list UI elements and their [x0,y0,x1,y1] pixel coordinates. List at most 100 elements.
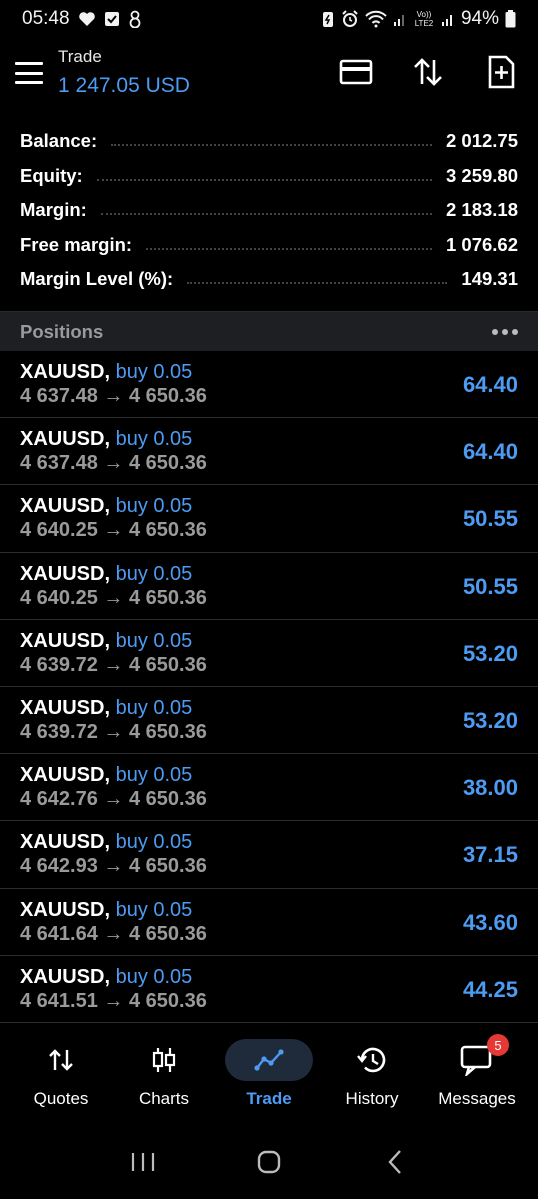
back-button[interactable] [375,1145,415,1185]
position-symbol: XAUUSD, [20,562,111,585]
position-symbol: XAUUSD, [20,831,111,854]
summary-label: Equity: [20,164,83,186]
nav-history[interactable]: History [320,1027,424,1127]
alarm-icon [341,10,359,28]
position-prices: 4 641.64 → 4 650.36 [20,922,207,945]
new-order-icon [487,55,515,94]
position-symbol: XAUUSD, [20,361,111,383]
position-title: XAUUSD, buy 0.05 [20,764,192,787]
nav-charts[interactable]: Charts [112,1027,216,1127]
nav-messages-label: Messages [438,1089,516,1108]
nav-trade-label: Trade [246,1089,292,1108]
new-order-button[interactable] [481,54,521,94]
position-title: XAUUSD, buy 0.05 [20,899,192,922]
position-title: XAUUSD, buy 0.05 [20,697,192,720]
position-symbol: XAUUSD, [20,898,111,921]
position-prices: 4 640.25 → 4 650.36 [20,519,207,542]
position-row[interactable]: XAUUSD, buy 0.05 4 641.64 → 4 650.36 43.60 [0,889,538,956]
position-side: buy 0.05 [115,831,193,854]
position-symbol: XAUUSD, [20,428,111,451]
summary-value: 2 012.75 [445,130,518,152]
position-row[interactable]: XAUUSD, buy 0.05 4 641.51 → 4 650.36 44.25 [0,956,538,1023]
recent-apps-button[interactable] [123,1145,163,1185]
summary-label: Balance: [20,130,98,152]
app-bar: Trade 1 247.05 USD [0,38,538,110]
summary-row: Free margin: 1 076.62 [0,228,538,263]
home-button[interactable] [249,1145,289,1185]
position-prices: 4 639.72 → 4 650.36 [20,720,207,743]
nav-quotes[interactable]: Quotes [9,1027,113,1127]
position-profit: 64.40 [462,372,518,397]
back-icon [386,1149,404,1180]
dotted-leader [187,282,448,285]
messages-badge: 5 [487,1034,509,1056]
position-side: buy 0.05 [115,428,193,451]
hamburger-icon[interactable] [14,58,44,88]
position-row[interactable]: XAUUSD, buy 0.05 4 640.25 → 4 650.36 50.55 [0,485,538,553]
dotted-leader [96,178,432,181]
position-symbol: XAUUSD, [20,629,111,652]
position-title: XAUUSD, buy 0.05 [20,831,192,854]
nav-quotes-label: Quotes [33,1089,89,1108]
position-side: buy 0.05 [115,629,193,652]
summary-label: Free margin: [20,233,133,255]
sort-arrows-icon [411,57,445,92]
dotted-leader [111,144,432,147]
dotted-leader [100,213,432,216]
card-icon [339,59,373,90]
position-title: XAUUSD, buy 0.05 [20,563,192,586]
account-profit: 1 247.05 USD [58,74,190,97]
position-side: buy 0.05 [115,495,193,518]
position-row[interactable]: XAUUSD, buy 0.05 4 642.76 → 4 650.36 38.00 [0,754,538,822]
chat-icon: 5 [433,1034,521,1081]
position-prices: 4 637.48 → 4 650.36 [20,452,207,475]
nav-messages[interactable]: 5 Messages [425,1027,529,1127]
network-label: Vo)) LTE2 [414,10,434,28]
nav-history-label: History [345,1089,399,1108]
recent-apps-icon [130,1151,156,1178]
history-clock-icon [328,1039,416,1081]
position-title: XAUUSD, buy 0.05 [20,428,192,451]
more-icon[interactable] [492,328,518,335]
position-row[interactable]: XAUUSD, buy 0.05 4 640.25 → 4 650.36 50.55 [0,553,538,620]
sort-button[interactable] [408,54,448,94]
position-prices: 4 642.76 → 4 650.36 [20,788,207,811]
position-profit: 44.25 [462,976,518,1002]
status-time: 05:48 [22,8,70,29]
position-row[interactable]: XAUUSD, buy 0.05 4 642.93 → 4 650.36 37.15 [0,821,538,889]
positions-header: Positions [0,311,538,351]
summary-label: Margin: [20,199,87,221]
positions-list: XAUUSD, buy 0.05 4 637.48 → 4 650.36 64.40… [0,351,538,1023]
position-profit: 50.55 [462,506,518,532]
quotes-arrows-icon [17,1039,105,1081]
position-title: XAUUSD, buy 0.05 [20,495,192,518]
trade-line-icon [225,1039,313,1081]
position-row[interactable]: XAUUSD, buy 0.05 4 637.48 → 4 650.36 64.40 [0,418,538,486]
position-symbol: XAUUSD, [20,495,111,518]
position-prices: 4 641.51 → 4 650.36 [20,989,207,1012]
nav-trade[interactable]: Trade [217,1027,321,1127]
position-profit: 38.00 [462,775,518,801]
position-side: buy 0.05 [115,562,193,585]
position-title: XAUUSD, buy 0.05 [20,966,192,989]
summary-row: Margin: 2 183.18 [0,193,538,228]
battery-saver-icon [321,10,335,28]
positions-title: Positions [20,320,104,342]
summary-value: 2 183.18 [445,199,518,221]
position-row[interactable]: XAUUSD, buy 0.05 4 637.48 → 4 650.36 64.40 [0,351,538,419]
position-row[interactable]: XAUUSD, buy 0.05 4 639.72 → 4 650.36 53.20 [0,620,538,687]
deposit-button[interactable] [336,54,376,94]
position-profit: 50.55 [462,573,518,599]
bottom-nav: Quotes Charts Trade History 5 Messages [0,1027,538,1127]
position-profit: 37.15 [462,842,518,868]
battery-percent: 94% [460,8,499,29]
candlestick-icon [120,1039,208,1081]
position-row[interactable]: XAUUSD, buy 0.05 4 639.72 → 4 650.36 53.20 [0,687,538,755]
checkbox-icon [104,11,120,27]
wifi-icon [365,10,387,28]
position-title: XAUUSD, buy 0.05 [20,361,192,384]
position-side: buy 0.05 [115,764,193,787]
position-prices: 4 640.25 → 4 650.36 [20,586,207,609]
position-side: buy 0.05 [115,361,193,383]
position-profit: 53.20 [462,707,518,733]
